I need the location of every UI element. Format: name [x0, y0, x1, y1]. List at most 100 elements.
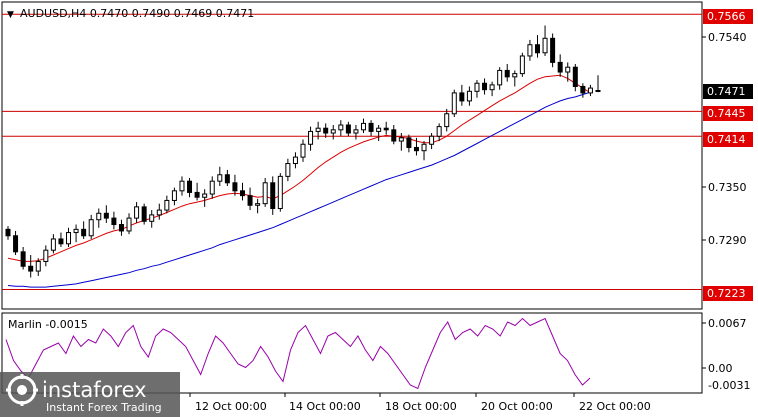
bullish-candle-body [262, 182, 268, 205]
instaforex-watermark: instaforex Instant Forex Trading [0, 372, 180, 417]
bullish-candle-body [126, 217, 132, 232]
bearish-candle-body [58, 238, 64, 245]
bullish-candle-body [202, 193, 208, 198]
current-price-label: 0.7471 [707, 85, 746, 98]
bullish-candle-body [421, 143, 427, 152]
bullish-candle-body [96, 212, 102, 221]
bullish-candle-body [315, 127, 321, 132]
bullish-candle-body [595, 89, 601, 92]
bearish-candle-body [141, 206, 147, 222]
symbol-ohlc-label: AUDUSD,H4 0.7470 0.7490 0.7469 0.7471 [20, 7, 254, 20]
bullish-candle-body [451, 92, 457, 115]
bearish-candle-body [482, 82, 488, 91]
bullish-candle-body [35, 260, 41, 272]
price-tick-label: 0.7540 [708, 31, 747, 44]
chart-window: ▼ AUDUSD,H4 0.7470 0.7490 0.7469 0.7471 … [0, 1, 753, 417]
bearish-candle-body [459, 92, 465, 102]
bullish-candle-body [277, 175, 283, 209]
bullish-candle-body [43, 249, 49, 262]
bullish-candle-body [134, 206, 140, 219]
bullish-candle-body [353, 129, 359, 134]
bullish-candle-body [308, 130, 314, 145]
indicator-tick-label: -0.0031 [708, 379, 750, 392]
bullish-candle-body [73, 228, 79, 234]
bearish-candle-body [323, 127, 329, 134]
time-tick-label: 12 Oct 00:00 [195, 400, 267, 413]
main-chart-pane[interactable] [1, 1, 703, 310]
bullish-candle-body [398, 137, 404, 142]
indicator-tick-label: 0.0067 [708, 317, 747, 330]
candle [262, 177, 268, 207]
bearish-candle-body [20, 251, 26, 267]
bearish-candle-body [247, 195, 253, 206]
bearish-candle-body [194, 191, 200, 198]
bullish-candle-body [300, 143, 306, 158]
bullish-candle-body [527, 44, 533, 57]
indicator-title: Marlin -0.0015 [8, 318, 88, 331]
bullish-candle-body [474, 82, 480, 92]
bearish-candle-body [413, 146, 419, 152]
bearish-candle-body [103, 212, 109, 219]
bullish-candle-body [66, 232, 72, 245]
time-tick-label: 18 Oct 00:00 [385, 400, 457, 413]
bearish-candle-body [5, 228, 11, 237]
collapse-toggle-icon[interactable]: ▼ [7, 10, 14, 20]
level-tag-label: 0.7445 [707, 107, 746, 120]
bearish-candle-body [118, 224, 124, 232]
bearish-candle-body [572, 66, 578, 87]
bullish-candle-body [149, 214, 155, 222]
bearish-candle-body [28, 265, 34, 272]
bearish-candle-body [111, 217, 117, 226]
bullish-candle-body [338, 124, 344, 131]
bearish-candle-body [391, 129, 397, 142]
candle [550, 33, 556, 68]
bullish-candle-body [512, 73, 518, 78]
time-tick-label: 22 Oct 00:00 [579, 400, 651, 413]
bearish-candle-body [270, 182, 276, 209]
bullish-candle-body [466, 90, 472, 102]
bullish-candle-body [542, 37, 548, 54]
bearish-candle-body [580, 85, 586, 94]
bullish-candle-body [156, 209, 162, 216]
level-tag-label: 0.7414 [707, 133, 746, 146]
bearish-candle-body [557, 61, 563, 73]
bullish-candle-body [171, 190, 177, 201]
bullish-candle-body [429, 135, 435, 145]
level-tag-label: 0.7566 [707, 10, 746, 23]
bullish-candle-body [255, 203, 261, 206]
bearish-candle-body [550, 37, 556, 63]
bearish-candle-body [239, 190, 245, 197]
price-tick-label: 0.7350 [708, 181, 747, 194]
time-tick-label: 14 Oct 00:00 [289, 400, 361, 413]
bearish-candle-body [504, 69, 510, 78]
bullish-candle-body [361, 122, 367, 131]
time-axis: 12 Oct 00:00 14 Oct 00:00 18 Oct 00:00 2… [189, 393, 651, 413]
bearish-candle-body [187, 180, 193, 193]
bullish-candle-body [497, 69, 503, 86]
bullish-candle-body [587, 87, 593, 94]
candle [141, 203, 147, 225]
bullish-candle-body [519, 55, 525, 75]
indicator-tick-label: 0.00 [708, 362, 733, 375]
bearish-candle-body [368, 122, 374, 132]
bullish-candle-body [436, 126, 442, 137]
bullish-candle-body [50, 238, 56, 251]
bearish-candle-body [81, 228, 87, 237]
watermark-tagline: Instant Forex Trading [46, 401, 162, 414]
bullish-candle-body [164, 199, 170, 211]
bullish-candle-body [444, 113, 450, 128]
bearish-candle-body [224, 174, 230, 184]
bullish-candle-body [489, 84, 495, 91]
time-tick-label: 20 Oct 00:00 [481, 400, 553, 413]
bullish-candle-body [217, 174, 223, 182]
indicator-axis: 0.0067 0.00 -0.0031 [702, 317, 750, 392]
price-tick-label: 0.7290 [708, 234, 747, 247]
candle [277, 173, 283, 212]
bullish-candle-body [285, 163, 291, 177]
watermark-brand: instaforex [42, 378, 147, 402]
bullish-candle-body [209, 180, 215, 195]
bullish-candle-body [330, 129, 336, 134]
bullish-candle-body [179, 180, 185, 192]
level-tag-label: 0.7223 [707, 287, 746, 300]
bearish-candle-body [345, 124, 351, 134]
